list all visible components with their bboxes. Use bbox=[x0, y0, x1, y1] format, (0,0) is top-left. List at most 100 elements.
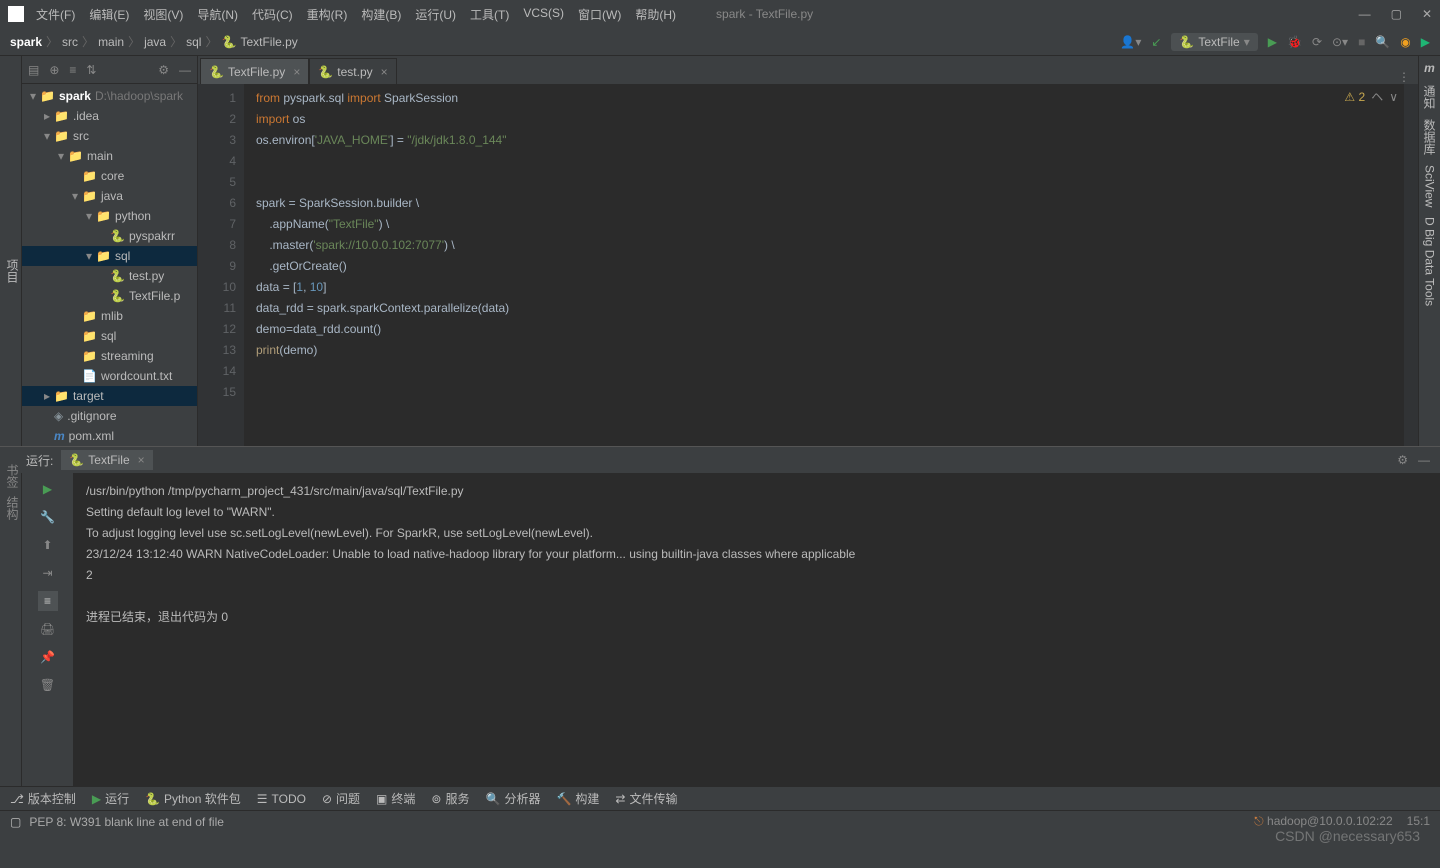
menu-code[interactable]: 代码(C) bbox=[252, 6, 293, 23]
menu-run[interactable]: 运行(U) bbox=[415, 6, 456, 23]
left-tool-strip: 项目 bbox=[0, 56, 22, 446]
navigation-bar: spark〉 src〉 main〉 java〉 sql〉 🐍TextFile.p… bbox=[0, 28, 1440, 56]
tree-item[interactable]: ▸📁target bbox=[22, 386, 197, 406]
rerun-button[interactable]: ▶ bbox=[38, 479, 58, 499]
sidebar-hide-icon[interactable]: — bbox=[179, 63, 191, 77]
tree-item[interactable]: 📁streaming bbox=[22, 346, 197, 366]
run-trash-button[interactable]: 🗑 bbox=[38, 675, 58, 695]
menu-view[interactable]: 视图(V) bbox=[143, 6, 183, 23]
user-icon[interactable]: 👤▾ bbox=[1120, 35, 1141, 49]
tab-test[interactable]: 🐍test.py× bbox=[309, 58, 396, 84]
coverage-button[interactable]: ⟳ bbox=[1312, 35, 1322, 49]
sidebar-expand-icon[interactable]: ▤ bbox=[28, 63, 39, 77]
maximize-button[interactable]: ▢ bbox=[1391, 7, 1402, 21]
run-print-button[interactable]: 🖨 bbox=[38, 619, 58, 639]
run-settings-icon[interactable]: ⚙ bbox=[1397, 453, 1408, 467]
code-area[interactable]: from pyspark.sql import SparkSession imp… bbox=[244, 84, 1404, 446]
ide-updates-icon[interactable]: ◉ bbox=[1400, 35, 1410, 49]
run-filter-button[interactable]: ≡ bbox=[38, 591, 58, 611]
sidebar-collapse-icon[interactable]: ≡ bbox=[69, 63, 76, 77]
tab-textfile[interactable]: 🐍TextFile.py× bbox=[200, 58, 309, 84]
menu-help[interactable]: 帮助(H) bbox=[635, 6, 676, 23]
menu-build[interactable]: 构建(B) bbox=[361, 6, 401, 23]
crumb[interactable]: sql bbox=[186, 35, 201, 49]
run-console[interactable]: /usr/bin/python /tmp/pycharm_project_431… bbox=[74, 473, 1440, 786]
tree-item[interactable]: 🐍TextFile.p bbox=[22, 286, 197, 306]
maven-tool-button[interactable]: m bbox=[1424, 61, 1435, 75]
close-icon[interactable]: × bbox=[293, 65, 300, 79]
run-button[interactable]: ▶ bbox=[1268, 35, 1277, 49]
profile-button[interactable]: ⊙▾ bbox=[1332, 35, 1348, 49]
tree-item[interactable]: 📁mlib bbox=[22, 306, 197, 326]
build-tool-button[interactable]: 🔨构建 bbox=[556, 790, 599, 807]
sidebar-settings-icon[interactable]: ⚙ bbox=[158, 63, 169, 77]
run-up-button[interactable]: ⬆ bbox=[38, 535, 58, 555]
stop-button[interactable]: ■ bbox=[1358, 35, 1365, 49]
tree-item[interactable]: ▾📁sql bbox=[22, 246, 197, 266]
menu-tools[interactable]: 工具(T) bbox=[470, 6, 509, 23]
tree-item[interactable]: 📁core bbox=[22, 166, 197, 186]
problems-tool-button[interactable]: ⊘问题 bbox=[322, 790, 360, 807]
menu-nav[interactable]: 导航(N) bbox=[197, 6, 238, 23]
project-tool-button[interactable]: 项目 bbox=[4, 259, 21, 283]
crumb[interactable]: src bbox=[62, 35, 78, 49]
tree-item[interactable]: 📁sql bbox=[22, 326, 197, 346]
tree-item[interactable]: ▾📁python bbox=[22, 206, 197, 226]
scrollbar[interactable] bbox=[1404, 84, 1418, 446]
vcs-tool-button[interactable]: ⎇版本控制 bbox=[10, 790, 76, 807]
tree-item[interactable]: ▸📁.idea bbox=[22, 106, 197, 126]
tab-menu-icon[interactable]: ⋮ bbox=[1390, 70, 1418, 84]
menu-window[interactable]: 窗口(W) bbox=[578, 6, 621, 23]
tree-item[interactable]: ▾📁main bbox=[22, 146, 197, 166]
caret-position[interactable]: 15:1 bbox=[1407, 814, 1430, 829]
services-tool-button[interactable]: ⊚服务 bbox=[431, 790, 469, 807]
menu-refactor[interactable]: 重构(R) bbox=[307, 6, 348, 23]
ide-run-icon[interactable]: ▶ bbox=[1421, 35, 1430, 49]
terminal-tool-button[interactable]: ▣终端 bbox=[376, 790, 415, 807]
todo-tool-button[interactable]: ☰TODO bbox=[257, 792, 306, 806]
bigdata-tool-button[interactable]: D Big Data Tools bbox=[1423, 217, 1437, 306]
crumb[interactable]: main bbox=[98, 35, 124, 49]
close-button[interactable]: ✕ bbox=[1422, 7, 1432, 21]
remote-host[interactable]: ⎋ hadoop@10.0.0.102:22 bbox=[1254, 814, 1392, 829]
tree-item[interactable]: 🐍test.py bbox=[22, 266, 197, 286]
minimize-button[interactable]: — bbox=[1359, 7, 1371, 21]
editor-inspections[interactable]: ⚠ 2 ヘ ∨ bbox=[1344, 88, 1398, 105]
crumb[interactable]: spark bbox=[10, 35, 42, 49]
status-bar: ▢ PEP 8: W391 blank line at end of file … bbox=[0, 810, 1440, 832]
notify-tool-button[interactable]: 通知 bbox=[1421, 85, 1438, 109]
search-icon[interactable]: 🔍 bbox=[1375, 35, 1390, 49]
tree-item[interactable]: ▾📁java bbox=[22, 186, 197, 206]
sidebar-select-icon[interactable]: ⊕ bbox=[49, 63, 59, 77]
sidebar-sort-icon[interactable]: ⇅ bbox=[86, 63, 96, 77]
python-packages-button[interactable]: 🐍Python 软件包 bbox=[145, 790, 241, 807]
tree-item[interactable]: ◈.gitignore bbox=[22, 406, 197, 426]
transfer-tool-button[interactable]: ⇄文件传输 bbox=[615, 790, 677, 807]
profiler-tool-button[interactable]: 🔍分析器 bbox=[485, 790, 540, 807]
status-icon[interactable]: ▢ bbox=[10, 815, 21, 829]
tree-item[interactable]: ▾📁src bbox=[22, 126, 197, 146]
sciview-tool-button[interactable]: SciView bbox=[1423, 165, 1437, 207]
run-config-selector[interactable]: 🐍TextFile▾ bbox=[1171, 33, 1257, 51]
tree-root[interactable]: ▾📁 spark D:\hadoop\spark bbox=[22, 86, 197, 106]
structure-tool-button[interactable]: 结构 bbox=[4, 496, 21, 520]
menu-file[interactable]: 文件(F) bbox=[36, 6, 75, 23]
debug-button[interactable]: 🐞 bbox=[1287, 35, 1302, 49]
tree-item[interactable]: mpom.xml bbox=[22, 426, 197, 446]
db-tool-button[interactable]: 数据库 bbox=[1421, 119, 1438, 155]
run-tab[interactable]: 🐍TextFile× bbox=[61, 450, 152, 470]
menu-edit[interactable]: 编辑(E) bbox=[89, 6, 129, 23]
run-stop-button[interactable]: 🔧 bbox=[38, 507, 58, 527]
close-icon[interactable]: × bbox=[381, 65, 388, 79]
crumb[interactable]: TextFile.py bbox=[240, 35, 297, 49]
tree-item[interactable]: 📄wordcount.txt bbox=[22, 366, 197, 386]
menu-vcs[interactable]: VCS(S) bbox=[523, 6, 564, 23]
run-down-button[interactable]: ⇥ bbox=[38, 563, 58, 583]
sync-icon[interactable]: ↙ bbox=[1151, 35, 1161, 49]
run-pin-button[interactable]: 📌 bbox=[38, 647, 58, 667]
run-hide-icon[interactable]: — bbox=[1418, 453, 1430, 467]
crumb[interactable]: java bbox=[144, 35, 166, 49]
bookmarks-tool-button[interactable]: 书签 bbox=[4, 464, 21, 488]
tree-item[interactable]: 🐍pyspakrr bbox=[22, 226, 197, 246]
run-tool-button[interactable]: ▶运行 bbox=[92, 790, 129, 807]
